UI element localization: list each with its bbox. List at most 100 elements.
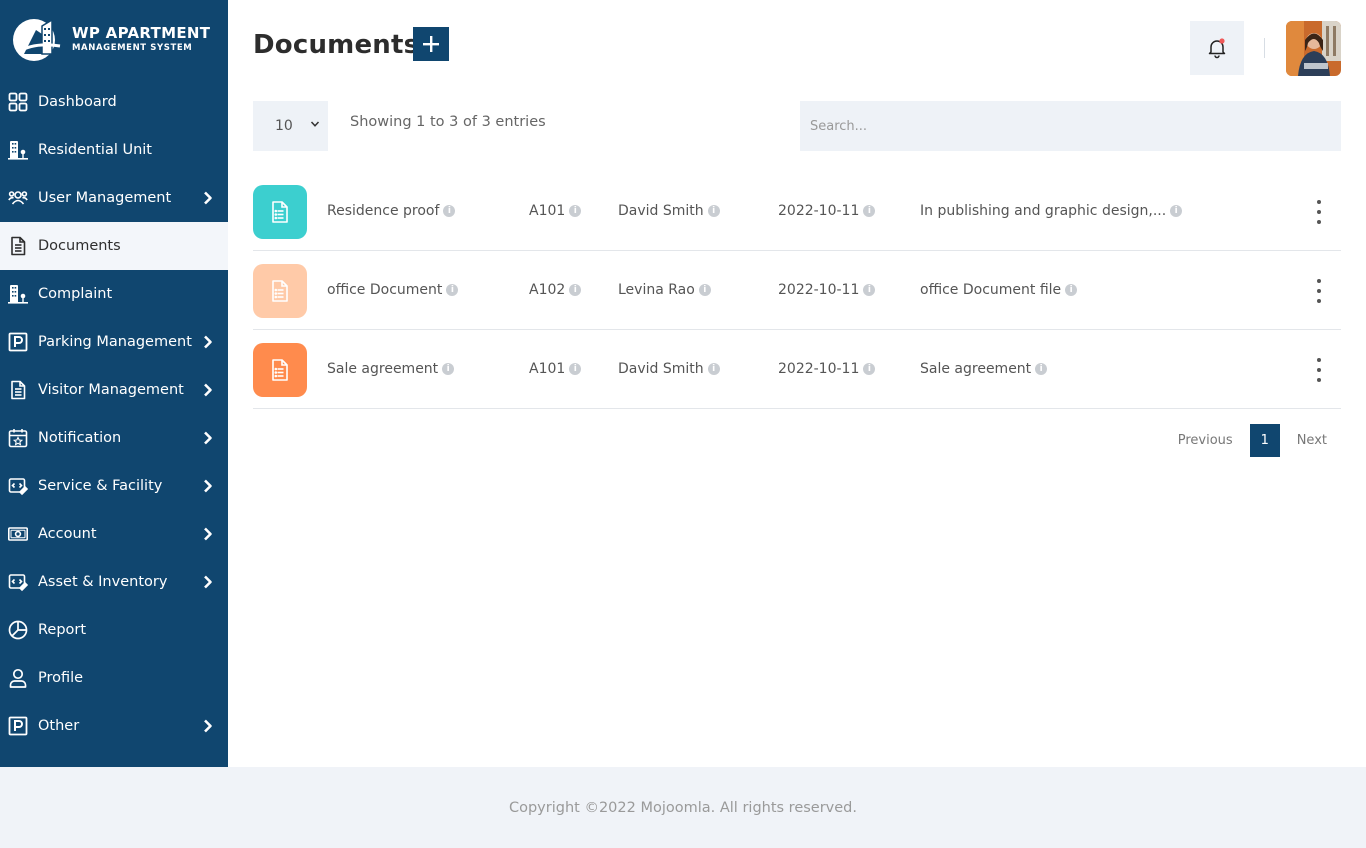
sidebar-item-visitor-management[interactable]: Visitor Management [0,366,228,414]
sidebar-item-profile[interactable]: Profile [0,654,228,702]
chevron-right-icon[interactable] [202,479,214,493]
brand-title: WP APARTMENT [72,23,211,42]
sidebar-item-user-management[interactable]: User Management [0,174,228,222]
sidebar-item-label: Notification [38,430,122,446]
sidebar-item-label: Account [38,526,97,542]
pie-chart-icon [8,620,28,640]
document-icon [272,201,288,223]
sidebar-item-label: Documents [38,238,121,254]
row-actions-menu-icon[interactable] [1315,279,1323,303]
chevron-right-icon[interactable] [202,383,214,397]
document-unit: A101 [529,203,566,219]
info-icon[interactable]: i [1170,205,1183,217]
sidebar-item-label: Other [38,718,80,734]
info-icon[interactable]: i [707,205,720,217]
users-icon [8,188,28,208]
document-description: In publishing and graphic design,... [920,203,1167,219]
info-icon[interactable]: i [863,363,876,375]
sidebar-item-label: Dashboard [38,94,117,110]
table-row[interactable]: office Document i A102 i Levina Rao i 2022-10-… [253,251,1341,330]
building-logo-icon [12,16,68,62]
info-icon[interactable]: i [446,284,459,296]
sidebar-item-label: Complaint [38,286,113,302]
info-icon[interactable]: i [443,205,456,217]
document-title: Sale agreement [327,361,439,377]
document-unit: A102 [529,282,566,298]
header-divider [1264,38,1265,58]
search-input[interactable] [800,101,1341,151]
building-icon [8,284,28,304]
parking-icon [8,332,28,352]
info-icon[interactable]: i [1065,284,1078,296]
document-description: Sale agreement [920,361,1032,377]
chevron-right-icon[interactable] [202,191,214,205]
chevron-right-icon[interactable] [202,575,214,589]
notification-button[interactable] [1190,21,1244,75]
bell-icon [1208,38,1226,59]
brand-subtitle: MANAGEMENT SYSTEM [72,42,193,53]
sidebar-nav: Dashboard Residential Unit User Management… [0,78,228,750]
sidebar-item-complaint[interactable]: Complaint [0,270,228,318]
copyright-text: Copyright ©2022 Mojoomla. All rights res… [508,799,857,816]
sidebar-item-documents[interactable]: Documents [0,222,228,270]
chevron-right-icon[interactable] [202,431,214,445]
document-type-icon [253,185,307,239]
document-icon [272,359,288,381]
document-icon [272,280,288,302]
info-icon[interactable]: i [569,205,582,217]
page-title: Documents [253,30,420,60]
previous-page-button[interactable]: Previous [1178,433,1233,448]
sidebar-item-label: Profile [38,670,84,686]
document-description-cell: office Document file i [920,282,1078,298]
chevron-right-icon[interactable] [202,527,214,541]
info-icon[interactable]: i [698,284,711,296]
user-icon [8,668,28,688]
sidebar-item-report[interactable]: Report [0,606,228,654]
chevron-right-icon[interactable] [202,335,214,349]
document-member: Levina Rao [618,282,695,298]
document-unit-cell: A102 i [529,282,582,298]
sidebar-item-other[interactable]: Other [0,702,228,750]
table-row[interactable]: Residence proof i A101 i David Smith i 2022-10… [253,172,1341,251]
sidebar-item-notification[interactable]: Notification [0,414,228,462]
page-length-value: 10 [275,118,293,134]
footer: Copyright ©2022 Mojoomla. All rights res… [0,767,1366,848]
sidebar-item-parking-management[interactable]: Parking Management [0,318,228,366]
info-icon[interactable]: i [569,284,582,296]
row-actions-menu-icon[interactable] [1315,358,1323,382]
sidebar-item-residential-unit[interactable]: Residential Unit [0,126,228,174]
info-icon[interactable]: i [863,284,876,296]
add-document-button[interactable] [413,27,449,61]
next-page-button[interactable]: Next [1297,433,1327,448]
sidebar-item-label: User Management [38,190,172,206]
info-icon[interactable]: i [707,363,720,375]
document-date-cell: 2022-10-11 i [778,203,876,219]
sidebar-item-account[interactable]: Account [0,510,228,558]
info-icon[interactable]: i [569,363,582,375]
chevron-right-icon[interactable] [202,719,214,733]
building-icon [8,140,28,160]
document-type-icon [253,343,307,397]
table-row[interactable]: Sale agreement i A101 i David Smith i 2022-10-… [253,330,1341,409]
info-icon[interactable]: i [442,363,455,375]
document-unit: A101 [529,361,566,377]
page-length-select[interactable]: 10 [253,101,328,151]
document-title: Residence proof [327,203,440,219]
document-title: office Document [327,282,443,298]
documents-table: Residence proof i A101 i David Smith i 2022-10… [253,172,1341,409]
document-description-cell: Sale agreement i [920,361,1048,377]
user-avatar[interactable] [1286,21,1341,76]
plus-icon [423,36,439,52]
brand-logo[interactable]: WP APARTMENT MANAGEMENT SYSTEM [0,0,228,78]
sidebar-item-service-facility[interactable]: Service & Facility [0,462,228,510]
service-icon [8,476,28,496]
info-icon[interactable]: i [1035,363,1048,375]
info-icon[interactable]: i [863,205,876,217]
money-icon [8,524,28,544]
sidebar-item-dashboard[interactable]: Dashboard [0,78,228,126]
page-1-button[interactable]: 1 [1249,424,1280,457]
sidebar-item-asset-inventory[interactable]: Asset & Inventory [0,558,228,606]
calendar-star-icon [8,428,28,448]
row-actions-menu-icon[interactable] [1315,200,1323,224]
document-date-cell: 2022-10-11 i [778,361,876,377]
